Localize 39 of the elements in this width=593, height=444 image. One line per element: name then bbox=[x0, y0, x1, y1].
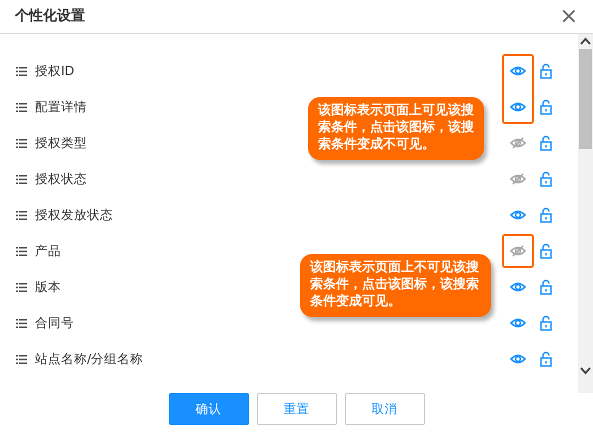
action-button[interactable]: 重置 bbox=[256, 393, 336, 425]
drag-handle-icon[interactable] bbox=[16, 282, 27, 292]
drag-handle-icon[interactable] bbox=[16, 318, 27, 328]
field-label: 产品 bbox=[35, 242, 61, 260]
confirm-button[interactable]: 确认 bbox=[168, 393, 248, 425]
field-label: 授权ID bbox=[35, 62, 74, 80]
callout-note: 该图标表示页面上可见该搜索条件，点击该图标，该搜索条件变成不可见。 bbox=[308, 97, 484, 160]
field-label: 站点名称/分组名称 bbox=[35, 350, 144, 368]
unlock-icon[interactable] bbox=[538, 207, 554, 223]
drag-handle-icon[interactable] bbox=[16, 354, 27, 364]
field-label: 授权状态 bbox=[35, 170, 87, 188]
scrollbar-thumb[interactable] bbox=[579, 49, 592, 149]
field-label: 配置详情 bbox=[35, 98, 87, 116]
dialog-title: 个性化设置 bbox=[15, 7, 85, 26]
field-label: 授权发放状态 bbox=[35, 206, 113, 224]
eye-slash-icon[interactable] bbox=[510, 171, 526, 187]
drag-handle-icon[interactable] bbox=[16, 138, 27, 148]
eye-slash-icon[interactable] bbox=[510, 135, 526, 151]
close-button[interactable]: × bbox=[560, 6, 578, 28]
unlock-icon[interactable] bbox=[538, 135, 554, 151]
eye-slash-icon[interactable] bbox=[510, 243, 526, 259]
drag-handle-icon[interactable] bbox=[16, 102, 27, 112]
unlock-icon[interactable] bbox=[538, 315, 554, 331]
field-label: 版本 bbox=[35, 278, 61, 296]
field-label: 授权类型 bbox=[35, 134, 87, 152]
drag-handle-icon[interactable] bbox=[16, 246, 27, 256]
field-label: 合同号 bbox=[35, 314, 74, 332]
unlock-icon[interactable] bbox=[538, 243, 554, 259]
unlock-icon[interactable] bbox=[538, 171, 554, 187]
action-button[interactable]: 取消 bbox=[344, 393, 424, 425]
drag-handle-icon[interactable] bbox=[16, 210, 27, 220]
drag-handle-icon[interactable] bbox=[16, 66, 27, 76]
callout-note: 该图标表示页面上不可见该搜索条件，点击该图标，该搜索条件变成可见。 bbox=[300, 254, 491, 317]
unlock-icon[interactable] bbox=[538, 63, 554, 79]
scrollbar[interactable] bbox=[578, 34, 593, 393]
unlock-icon[interactable] bbox=[538, 99, 554, 115]
unlock-icon[interactable] bbox=[538, 279, 554, 295]
unlock-icon[interactable] bbox=[538, 351, 554, 367]
drag-handle-icon[interactable] bbox=[16, 174, 27, 184]
